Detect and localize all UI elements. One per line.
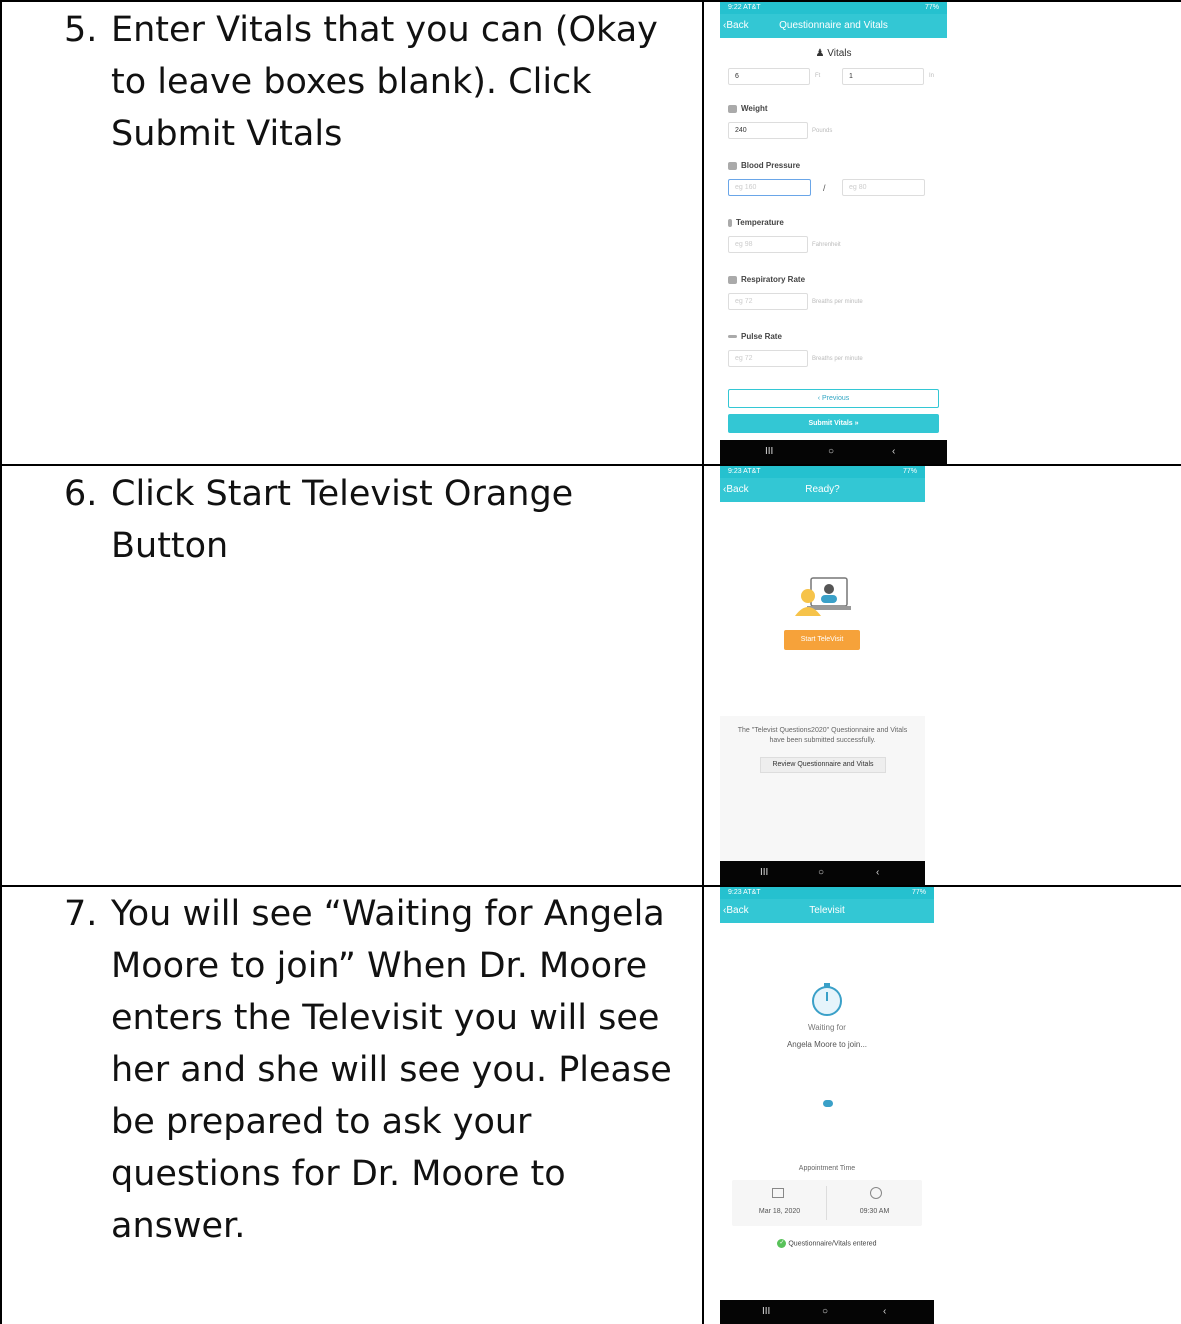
- loading-dot-icon: [823, 1100, 833, 1107]
- appointment-time: 09:30 AM: [859, 1208, 890, 1215]
- unit-label: Breaths per minute: [812, 356, 863, 362]
- appointment-label: Appointment Time: [798, 1165, 856, 1172]
- submit-vitals-button[interactable]: Submit Vitals »: [728, 414, 939, 433]
- row-divider: [0, 885, 1181, 887]
- status-bar: 9:23 AT&T 77%: [720, 887, 934, 899]
- calendar-icon: [772, 1188, 784, 1198]
- previous-button[interactable]: ‹ Previous: [728, 389, 939, 408]
- bp-separator: /: [823, 183, 826, 193]
- home-icon[interactable]: ○: [822, 1306, 828, 1317]
- table-top-border: [0, 0, 1181, 2]
- status-battery: 77%: [911, 889, 926, 896]
- start-televisit-button[interactable]: Start TeleVisit: [784, 630, 860, 650]
- status-battery: 77%: [924, 4, 939, 11]
- recents-icon[interactable]: III: [762, 1306, 770, 1317]
- appointment-date: Mar 18, 2020: [758, 1208, 801, 1215]
- status-carrier: 9:23 AT&T: [728, 889, 761, 896]
- step-5: 5. Enter Vitals that you can (Okay to le…: [64, 4, 684, 160]
- home-icon[interactable]: ○: [828, 446, 834, 457]
- check-circle-icon: ✓: [777, 1239, 787, 1248]
- unit-label: Pounds: [812, 128, 833, 134]
- waiting-line-1: Waiting for: [808, 1023, 846, 1032]
- person-icon: ♟: [815, 48, 825, 59]
- android-nav-bar: III ○ ‹: [720, 861, 925, 885]
- waiting-line-2: Angela Moore to join...: [786, 1040, 868, 1049]
- respiratory-label: Respiratory Rate: [728, 275, 805, 284]
- android-nav-bar: III ○ ‹: [720, 440, 947, 464]
- clock-icon: [870, 1187, 882, 1199]
- televisit-illustration-icon: [795, 577, 851, 616]
- heart-icon: [728, 161, 737, 170]
- scale-icon: [728, 104, 737, 113]
- unit-label: In: [929, 73, 935, 79]
- unit-label: Ft: [815, 73, 821, 79]
- respiratory-input[interactable]: eg 72: [728, 293, 808, 310]
- temperature-input[interactable]: eg 98: [728, 236, 808, 253]
- status-carrier: 9:22 AT&T: [728, 4, 761, 11]
- table-left-border: [0, 0, 2, 1324]
- bp-diastolic-input[interactable]: eg 80: [842, 179, 925, 196]
- temperature-label: Temperature: [728, 218, 784, 227]
- step-7: 7. You will see “Waiting for Angela Moor…: [64, 888, 684, 1252]
- lungs-icon: [728, 275, 737, 284]
- app-title: Televisit: [809, 905, 845, 916]
- appointment-box: Mar 18, 2020 09:30 AM: [732, 1180, 922, 1226]
- submitted-message: The "Televist Questions2020" Questionnai…: [737, 727, 908, 744]
- height-ft-input[interactable]: 6: [728, 68, 810, 85]
- nav-back-icon[interactable]: ‹: [883, 1306, 886, 1317]
- vitals-entered-status: ✓ Questionnaire/Vitals entered: [777, 1239, 877, 1248]
- app-bar: ‹Back Televisit: [720, 899, 934, 923]
- unit-label: Breaths per minute: [812, 299, 863, 305]
- weight-label: Weight: [728, 104, 768, 113]
- app-bar: ‹Back Questionnaire and Vitals: [720, 14, 947, 38]
- pulse-label: Pulse Rate: [728, 332, 782, 341]
- step-number: 5.: [64, 10, 98, 50]
- home-icon[interactable]: ○: [818, 867, 824, 878]
- screenshot-ready: 9:23 AT&T 77% ‹Back Ready? Start TeleVis…: [720, 466, 925, 885]
- step-number: 6.: [64, 474, 98, 514]
- android-nav-bar: III ○ ‹: [720, 1300, 934, 1324]
- thermometer-icon: [728, 218, 732, 227]
- screenshot-vitals: 9:22 AT&T 77% ‹Back Questionnaire and Vi…: [720, 2, 947, 464]
- screenshot-televisit: 9:23 AT&T 77% ‹Back Televisit Waiting fo…: [720, 887, 934, 1324]
- step-6: 6. Click Start Televist Orange Button: [64, 468, 684, 572]
- section-title: ♟ Vitals: [815, 48, 852, 59]
- status-bar: 9:23 AT&T 77%: [720, 466, 925, 478]
- app-title: Ready?: [805, 484, 840, 495]
- height-in-input[interactable]: 1: [842, 68, 924, 85]
- pulse-input[interactable]: eg 72: [728, 350, 808, 367]
- recents-icon[interactable]: III: [765, 446, 773, 457]
- row-divider: [0, 464, 1181, 466]
- column-divider: [702, 0, 704, 1324]
- status-carrier: 9:23 AT&T: [728, 468, 761, 475]
- app-title: Questionnaire and Vitals: [779, 20, 888, 31]
- bp-systolic-input[interactable]: eg 160: [728, 179, 811, 196]
- pulse-icon: [728, 335, 737, 339]
- nav-back-icon[interactable]: ‹: [876, 867, 879, 878]
- stopwatch-icon: [812, 983, 842, 1016]
- step-text: Click Start Televist Orange Button: [111, 474, 574, 566]
- step-text: Enter Vitals that you can (Okay to leave…: [111, 10, 658, 154]
- unit-label: Fahrenheit: [812, 242, 841, 248]
- ready-panel: Start TeleVisit: [720, 502, 925, 716]
- review-button[interactable]: Review Questionnaire and Vitals: [760, 757, 886, 773]
- status-bar: 9:22 AT&T 77%: [720, 2, 947, 14]
- nav-back-icon[interactable]: ‹: [892, 446, 895, 457]
- step-number: 7.: [64, 894, 98, 934]
- recents-icon[interactable]: III: [760, 867, 768, 878]
- step-text: You will see “Waiting for Angela Moore t…: [111, 894, 672, 1246]
- bp-label: Blood Pressure: [728, 161, 800, 170]
- app-bar: ‹Back Ready?: [720, 478, 925, 502]
- weight-input[interactable]: 240: [728, 122, 808, 139]
- status-battery: 77%: [902, 468, 917, 475]
